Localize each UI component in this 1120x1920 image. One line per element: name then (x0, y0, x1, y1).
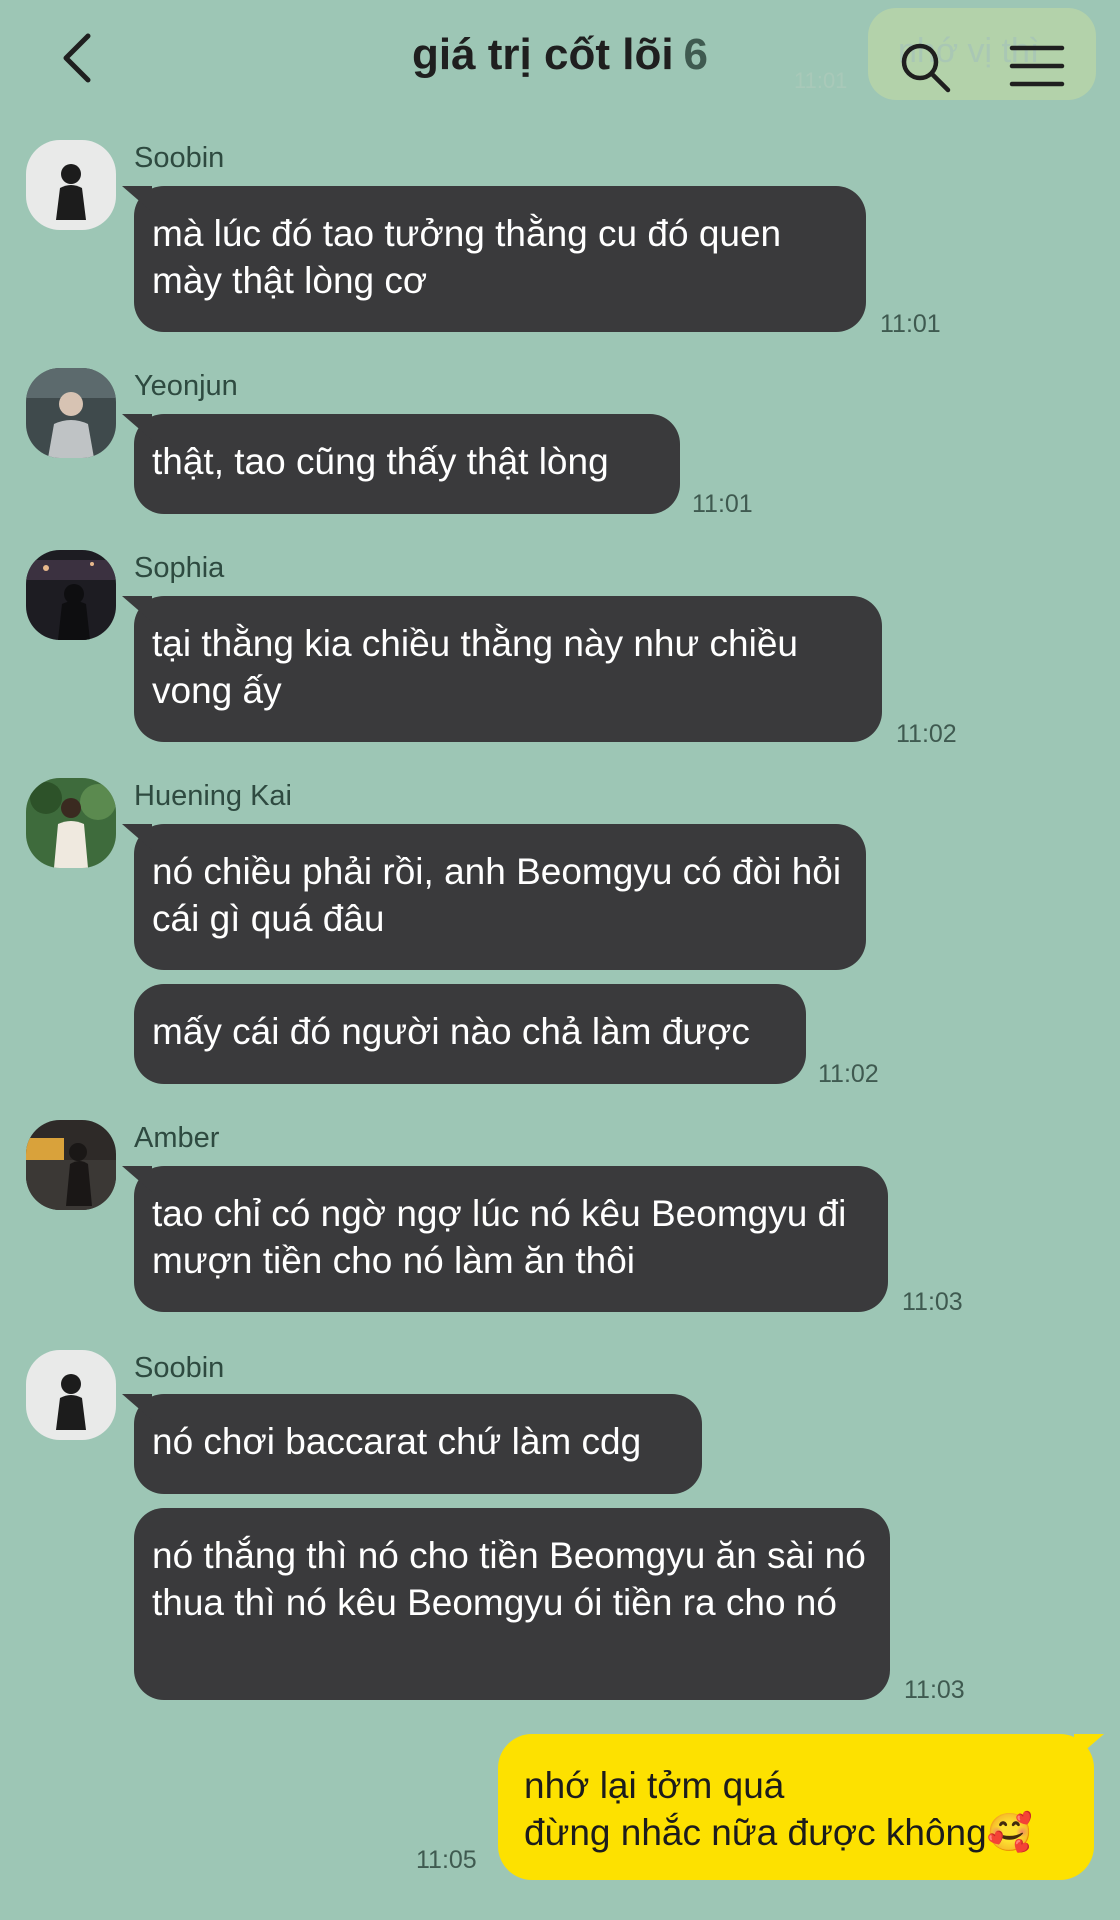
sender-name: Soobin (134, 1352, 225, 1384)
message-time: 11:02 (896, 720, 957, 748)
message-bubble[interactable]: mấy cái đó người nào chả làm được (134, 984, 806, 1084)
message-line: đừng nhắc nữa được không🥰 (524, 1809, 1070, 1856)
sender-name: Soobin (134, 142, 225, 174)
message-time: 11:03 (904, 1676, 965, 1704)
message-time: 11:01 (692, 490, 753, 518)
my-message-bubble[interactable]: nhớ lại tởm quá đừng nhắc nữa được không… (498, 1734, 1094, 1880)
avatar[interactable] (26, 368, 116, 458)
message-bubble[interactable]: nó thắng thì nó cho tiền Beomgyu ăn sài … (134, 1508, 890, 1700)
message-bubble[interactable]: thật, tao cũng thấy thật lòng (134, 414, 680, 514)
message-time: 11:05 (416, 1846, 477, 1874)
message-bubble[interactable]: tại thằng kia chiều thằng này như chiều … (134, 596, 882, 742)
message-bubble[interactable]: mà lúc đó tao tưởng thằng cu đó quen mày… (134, 186, 866, 332)
menu-icon[interactable] (1008, 42, 1066, 90)
smiling-face-hearts-icon: 🥰 (986, 1812, 1033, 1853)
chat-header: nhớ vị thì 11:01 giá trị cốt lõi 6 (0, 0, 1120, 120)
avatar[interactable] (26, 550, 116, 640)
message-bubble[interactable]: nó chiều phải rồi, anh Beomgyu có đòi hỏ… (134, 824, 866, 970)
message-line-text: đừng nhắc nữa được không (524, 1812, 987, 1853)
avatar[interactable] (26, 778, 116, 868)
member-count: 6 (683, 30, 709, 79)
message-bubble[interactable]: nó chơi baccarat chứ làm cdg (134, 1394, 702, 1494)
avatar[interactable] (26, 1350, 116, 1440)
sender-name: Amber (134, 1122, 220, 1154)
message-time: 11:03 (902, 1288, 963, 1316)
sender-name: Sophia (134, 552, 225, 584)
message-line: nhớ lại tởm quá (524, 1765, 785, 1806)
sender-name: Yeonjun (134, 370, 238, 402)
avatar[interactable] (26, 140, 116, 230)
sender-name: Huening Kai (134, 780, 292, 812)
message-time: 11:02 (818, 1060, 879, 1088)
avatar[interactable] (26, 1120, 116, 1210)
message-time: 11:01 (880, 310, 941, 338)
message-bubble[interactable]: tao chỉ có ngờ ngợ lúc nó kêu Beomgyu đi… (134, 1166, 888, 1312)
search-icon[interactable] (898, 40, 954, 96)
group-name: giá trị cốt lõi (411, 30, 674, 79)
